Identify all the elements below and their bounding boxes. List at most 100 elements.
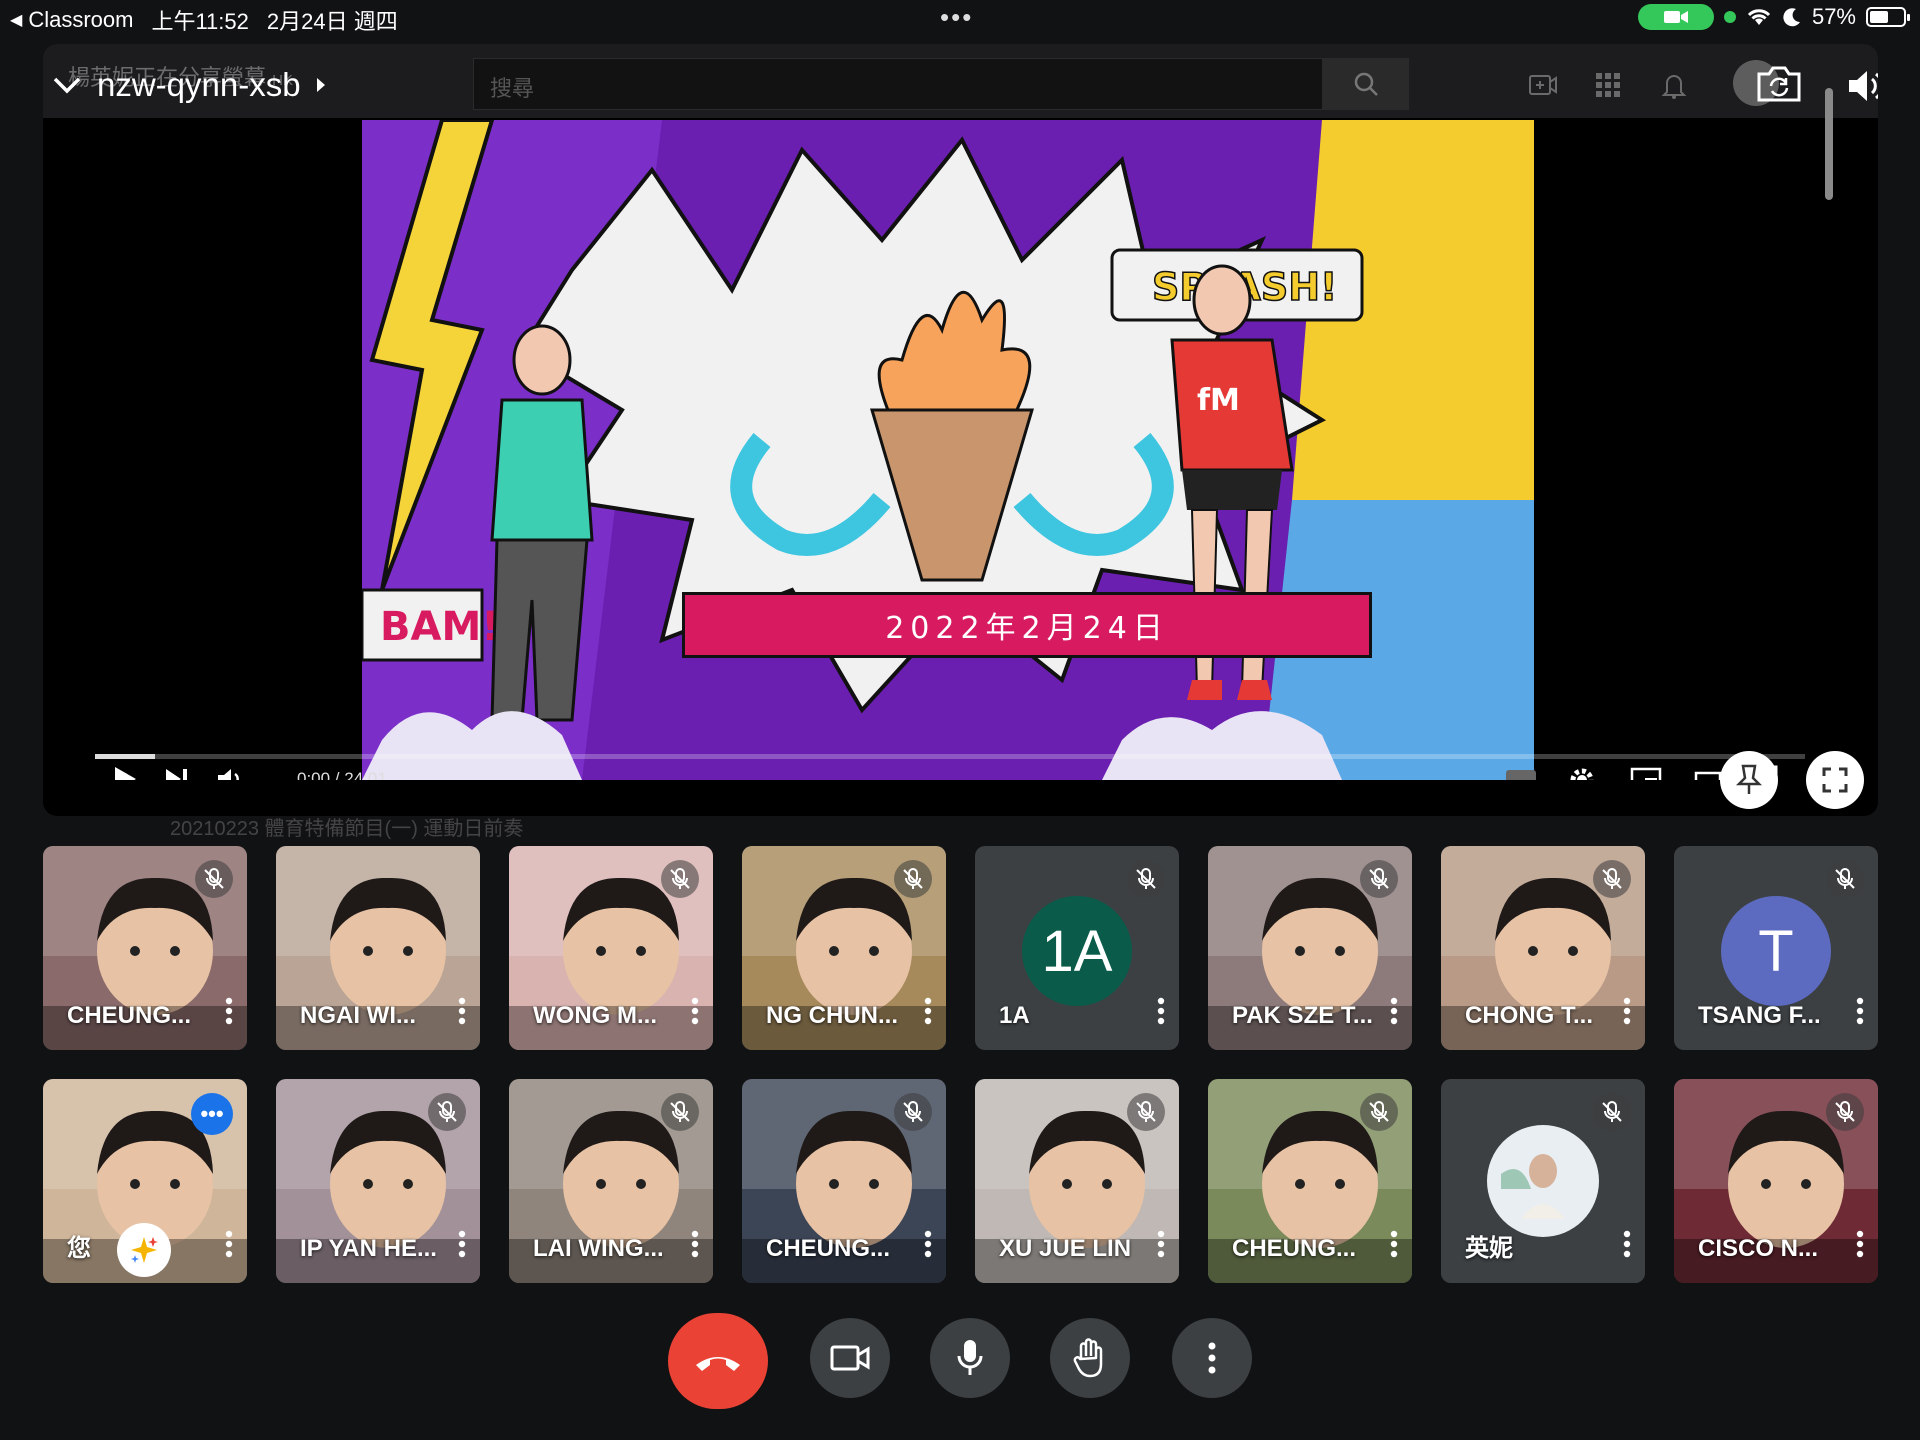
video-title-ghost: 20210223 體育特備節目(一) 運動日前奏 <box>170 818 524 840</box>
participant-tile[interactable]: NGAI WI... <box>276 846 480 1050</box>
microphone-icon <box>957 1340 983 1375</box>
participant-tile[interactable]: WONG M... <box>509 846 713 1050</box>
participant-name: PAK SZE T... <box>1232 1002 1373 1029</box>
moon-icon <box>1783 8 1800 27</box>
participant-name: CHEUNG... <box>67 1002 192 1029</box>
participant-name: NG CHUN... <box>766 1002 898 1029</box>
more-vertical-icon[interactable] <box>1623 997 1631 1030</box>
participant-tile[interactable]: LAI WING... <box>509 1079 713 1283</box>
mic-off-icon <box>894 1093 932 1131</box>
more-vertical-icon[interactable] <box>1157 1230 1165 1263</box>
chevron-down-icon[interactable] <box>51 74 83 96</box>
multitasking-dots-icon[interactable]: ••• <box>940 2 973 33</box>
status-bar: ◀ Classroom 上午11:52 2月24日 週四 ••• 57% <box>0 0 1920 36</box>
video-camera-icon <box>830 1345 870 1371</box>
mic-off-icon <box>1127 1093 1165 1131</box>
participant-name: CHEUNG... <box>1232 1235 1357 1262</box>
more-vertical-icon[interactable] <box>1856 997 1864 1030</box>
participant-tile[interactable]: 英妮 <box>1441 1079 1645 1283</box>
mic-off-icon <box>1360 1093 1398 1131</box>
pin-presentation-button[interactable] <box>1720 751 1778 809</box>
participant-initial-avatar: 1A <box>1022 896 1132 1006</box>
video-time: 0:00 / 24:01 <box>297 769 387 780</box>
miniplayer-icon <box>1630 767 1662 780</box>
wifi-icon <box>1747 9 1771 25</box>
more-vertical-icon[interactable] <box>1623 1230 1631 1263</box>
more-vertical-icon[interactable] <box>458 997 466 1030</box>
back-arrow-icon[interactable]: ◀ <box>10 10 22 30</box>
mic-off-icon <box>428 1093 466 1131</box>
more-vertical-icon[interactable] <box>1856 1230 1864 1263</box>
more-vertical-icon[interactable] <box>1390 997 1398 1030</box>
mic-off-icon <box>894 860 932 898</box>
participant-tile[interactable]: IP YAN HE... <box>276 1079 480 1283</box>
fullscreen-presentation-button[interactable] <box>1806 751 1864 809</box>
bam-sign: BAM! <box>380 604 500 650</box>
notifications-bell-icon <box>1661 75 1687 99</box>
more-vertical-icon[interactable] <box>691 1230 699 1263</box>
video-progress-bar <box>95 754 1805 759</box>
microphone-toggle-button[interactable] <box>930 1318 1010 1398</box>
skip-next-icon <box>166 769 187 780</box>
more-vertical-icon[interactable] <box>691 997 699 1030</box>
apps-grid-icon <box>1596 73 1620 97</box>
end-call-button[interactable] <box>668 1313 768 1409</box>
participant-tile[interactable]: XU JUE LIN <box>975 1079 1179 1283</box>
self-more-bubble-icon[interactable]: ••• <box>191 1093 233 1135</box>
participant-name: 1A <box>999 1002 1030 1029</box>
more-vertical-icon[interactable] <box>1390 1230 1398 1263</box>
status-right: 57% <box>1637 4 1910 30</box>
participant-tile[interactable]: CHEUNG... <box>43 846 247 1050</box>
mic-off-icon <box>1826 1093 1864 1131</box>
participant-tile[interactable]: 您 ••• <box>43 1079 247 1283</box>
participant-tile[interactable]: 1A 1A <box>975 846 1179 1050</box>
theater-mode-icon <box>1694 771 1722 780</box>
mic-off-icon <box>1127 860 1165 898</box>
mic-off-icon <box>1593 1093 1631 1131</box>
participant-tile[interactable]: CHEUNG... <box>742 1079 946 1283</box>
back-app-label[interactable]: Classroom <box>28 7 133 33</box>
more-vertical-icon[interactable] <box>225 1230 233 1263</box>
hang-up-icon <box>696 1357 740 1371</box>
call-controls <box>0 1310 1920 1410</box>
meeting-code[interactable]: nzw-qynn-xsb <box>97 66 301 104</box>
privacy-indicator-icon <box>1723 11 1736 23</box>
presentation-panel: 楊英妮正在分享螢幕 HK 搜尋 nzw-qynn-xsb BAM! fM 202… <box>43 44 1878 816</box>
mic-off-icon <box>661 1093 699 1131</box>
more-vertical-icon[interactable] <box>1157 997 1165 1030</box>
more-vertical-icon <box>1208 1342 1216 1374</box>
subtitles-icon <box>1506 770 1536 780</box>
battery-icon <box>1866 7 1910 27</box>
participant-tile[interactable]: PAK SZE T... <box>1208 846 1412 1050</box>
more-vertical-icon[interactable] <box>924 997 932 1030</box>
caret-right-icon[interactable] <box>315 76 327 94</box>
participant-tile[interactable]: CISCO N... <box>1674 1079 1878 1283</box>
switch-camera-icon[interactable] <box>1755 64 1803 104</box>
more-vertical-icon[interactable] <box>924 1230 932 1263</box>
video-controls: 0:00 / 24:01 <box>80 765 1820 780</box>
mic-off-icon <box>1826 860 1864 898</box>
meeting-title-bar[interactable]: nzw-qynn-xsb <box>51 66 327 104</box>
more-vertical-icon[interactable] <box>458 1230 466 1263</box>
video-volume-icon <box>218 769 239 780</box>
participant-name: 您 <box>67 1235 91 1262</box>
play-icon <box>115 767 136 780</box>
mic-off-icon <box>1360 860 1398 898</box>
shared-page-scrollbar <box>1822 88 1836 816</box>
sparkle-effects-icon[interactable] <box>117 1223 171 1277</box>
participant-tile[interactable]: T TSANG F... <box>1674 846 1878 1050</box>
participant-tile[interactable]: CHONG T... <box>1441 846 1645 1050</box>
mic-off-icon <box>195 860 233 898</box>
fullscreen-icon <box>1822 767 1848 793</box>
more-options-button[interactable] <box>1172 1318 1252 1398</box>
raise-hand-button[interactable] <box>1050 1318 1130 1398</box>
participant-initial-avatar: T <box>1721 896 1831 1006</box>
participant-name: CHEUNG... <box>766 1235 891 1262</box>
more-vertical-icon[interactable] <box>225 997 233 1030</box>
mic-off-icon <box>1593 860 1631 898</box>
participant-tile[interactable]: CHEUNG... <box>1208 1079 1412 1283</box>
camera-toggle-button[interactable] <box>810 1318 890 1398</box>
audio-output-speaker-icon[interactable] <box>1845 66 1878 106</box>
participant-name: IP YAN HE... <box>300 1235 437 1262</box>
participant-tile[interactable]: NG CHUN... <box>742 846 946 1050</box>
